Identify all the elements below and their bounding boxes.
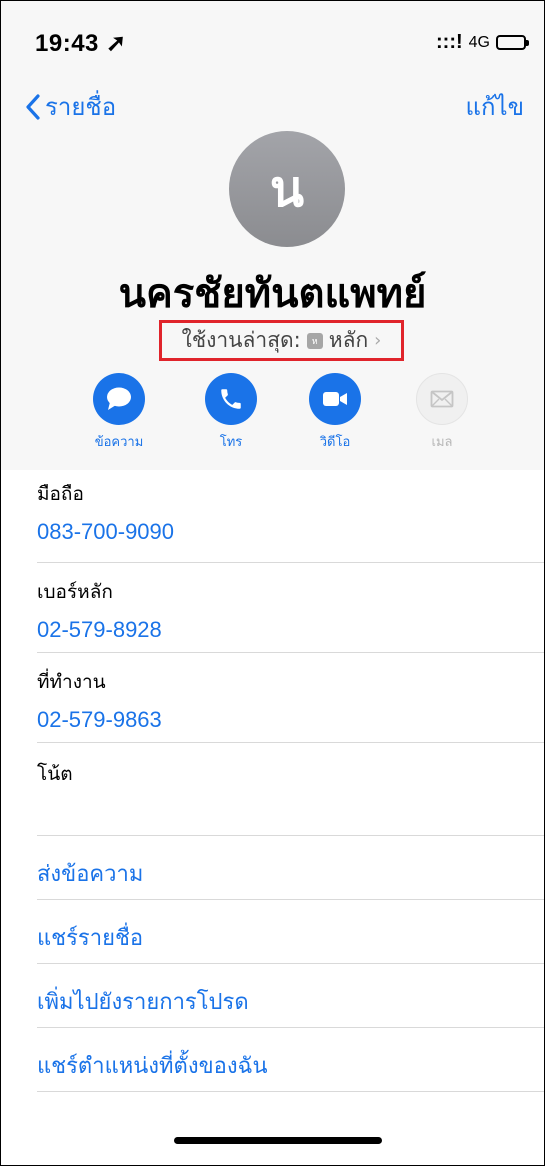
divider: [37, 652, 544, 653]
recently-used-line-button[interactable]: ใช้งานล่าสุด: ห หลัก ›: [159, 320, 404, 361]
mobile-number-link[interactable]: 083-700-9090: [37, 519, 544, 545]
battery-icon: [496, 35, 529, 50]
status-indicators: :::! 4G: [436, 31, 529, 54]
signal-icon: :::!: [436, 31, 463, 53]
phone-icon: [205, 373, 257, 425]
back-button-label: รายชื่อ: [45, 93, 117, 121]
share-my-location-link[interactable]: แชร์ตำแหน่งที่ตั้งของฉัน: [37, 1048, 268, 1083]
notes-field[interactable]: โน้ต: [37, 759, 544, 789]
network-type: 4G: [468, 33, 490, 51]
avatar: น: [229, 131, 345, 247]
mobile-label: มือถือ: [37, 483, 84, 505]
status-time: 19:43 ➚: [35, 30, 127, 57]
edit-button[interactable]: แก้ไข: [466, 87, 524, 126]
main-phone-number-link[interactable]: 02-579-8928: [37, 617, 544, 643]
divider: [37, 899, 544, 900]
back-button[interactable]: รายชื่อ: [25, 87, 116, 126]
mail-action-label: เมล: [431, 435, 453, 450]
add-to-favorites-link[interactable]: เพิ่มไปยังรายการโปรด: [37, 984, 249, 1019]
chevron-right-icon: ›: [374, 330, 382, 351]
recently-used-label: ใช้งานล่าสุด:: [181, 328, 301, 352]
call-action-button[interactable]: โทร: [191, 373, 271, 452]
chevron-left-icon: [26, 93, 40, 120]
home-indicator[interactable]: [174, 1137, 382, 1144]
divider: [37, 835, 544, 836]
send-message-link[interactable]: ส่งข้อความ: [37, 856, 143, 891]
work-phone-field: ที่ทำงาน 02-579-9863: [37, 667, 544, 733]
work-phone-number-link[interactable]: 02-579-9863: [37, 707, 544, 733]
main-phone-label: เบอร์หลัก: [37, 581, 113, 603]
divider: [37, 1091, 544, 1092]
mail-action-button[interactable]: เมล: [402, 373, 482, 452]
message-action-button[interactable]: ข้อความ: [79, 373, 159, 452]
line-tag-icon: ห: [306, 332, 323, 349]
share-contact-link[interactable]: แชร์รายชื่อ: [37, 920, 143, 955]
message-icon: [93, 373, 145, 425]
video-action-button[interactable]: วิดีโอ: [295, 373, 375, 452]
video-action-label: วิดีโอ: [319, 435, 351, 450]
divider: [37, 1027, 544, 1028]
work-phone-label: ที่ทำงาน: [37, 671, 106, 693]
contact-card-screen: 19:43 ➚ :::! 4G รายชื่อ แก้ไข น นครชัยทั…: [0, 0, 545, 1166]
mail-icon: [416, 373, 468, 425]
recently-used-value: หลัก: [328, 328, 369, 352]
video-icon: [309, 373, 361, 425]
avatar-initial: น: [269, 159, 305, 218]
mobile-field: มือถือ 083-700-9090: [37, 479, 544, 545]
divider: [37, 562, 544, 563]
main-phone-field: เบอร์หลัก 02-579-8928: [37, 577, 544, 643]
quick-actions: ข้อความ โทร วิดีโอ เมล: [1, 373, 544, 453]
message-action-label: ข้อความ: [94, 435, 144, 450]
divider: [37, 963, 544, 964]
contact-name: นครชัยทันตแพทย์: [118, 271, 427, 317]
call-action-label: โทร: [219, 435, 243, 450]
divider: [37, 742, 544, 743]
notes-label: โน้ต: [37, 763, 73, 785]
